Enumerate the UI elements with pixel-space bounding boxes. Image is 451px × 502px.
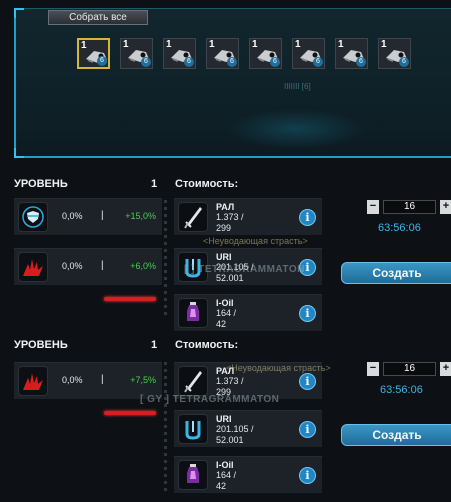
resource-name: РАЛ xyxy=(216,202,235,212)
warning-bar xyxy=(104,297,156,301)
player-name-overlay: [ ] TETRAGRAMMATON xyxy=(184,264,305,275)
resource-name: I-Oil xyxy=(216,298,234,308)
bonus-current: 0,0% xyxy=(62,375,83,385)
collect-all-button[interactable]: Собрать все xyxy=(48,10,148,25)
bonus-row: 0,0% | +15,0% xyxy=(14,198,162,235)
oil-icon xyxy=(178,298,208,328)
panel-glow xyxy=(226,109,366,149)
collect-item-row: 1 6 1 6 1 6 1 6 1 6 1 6 1 6 1 6 xyxy=(77,38,411,69)
create-button[interactable]: Создать xyxy=(341,262,451,284)
resource-have: 164 / xyxy=(216,308,237,318)
quantity-input[interactable]: 16 xyxy=(383,200,436,214)
bonus-separator: | xyxy=(101,260,104,271)
resource-need: 42 xyxy=(216,319,227,329)
collect-item-slot[interactable]: 1 6 xyxy=(292,38,325,69)
level-label: УРОВЕНЬ xyxy=(14,178,68,190)
resource-need: 299 xyxy=(216,223,232,233)
item-count: 6 xyxy=(399,57,409,67)
item-count: 6 xyxy=(356,57,366,67)
player-guild-tag: <Неуводающая страсть> xyxy=(203,236,308,246)
resource-amount: 164 / 42 xyxy=(216,470,236,492)
bonus-current: 0,0% xyxy=(62,261,83,271)
divider-dots xyxy=(164,200,168,319)
info-button[interactable]: i xyxy=(299,467,316,484)
player-guild-tag: <Неуводающая страсть> xyxy=(226,363,331,373)
bonus-next: +7,5% xyxy=(130,375,156,385)
resource-need: 42 xyxy=(216,481,227,491)
level-value: 1 xyxy=(151,339,158,351)
collect-item-slot[interactable]: 1 6 xyxy=(206,38,239,69)
quantity-input[interactable]: 16 xyxy=(383,362,436,376)
oil-icon xyxy=(178,460,208,490)
resource-have: 201.105 / xyxy=(216,424,254,434)
item-count: 6 xyxy=(313,57,323,67)
panel-corner xyxy=(14,8,24,18)
increment-button[interactable]: + xyxy=(440,362,451,376)
item-count: 6 xyxy=(270,57,280,67)
level-label: УРОВЕНЬ xyxy=(14,339,68,351)
decrement-button[interactable]: − xyxy=(367,200,379,214)
collect-item-slot[interactable]: 1 6 xyxy=(378,38,411,69)
bonus-current: 0,0% xyxy=(62,211,83,221)
quantity-stepper: − 16 + xyxy=(367,362,451,377)
collection-panel: IIIIIII [6] xyxy=(14,8,451,158)
collect-item-slot[interactable]: 1 6 xyxy=(120,38,153,69)
bonus-separator: | xyxy=(101,374,104,385)
craft-timer: 63:56:06 xyxy=(378,222,421,234)
resource-need: 52.001 xyxy=(216,435,244,445)
quantity-stepper: − 16 + xyxy=(367,200,451,215)
sword-icon xyxy=(178,366,208,396)
claw-icon xyxy=(18,366,48,396)
resource-name: URI xyxy=(216,252,232,262)
cost-label: Стоимость: xyxy=(175,339,239,351)
bonus-separator: | xyxy=(101,210,104,221)
collect-item-slot[interactable]: 1 6 xyxy=(249,38,282,69)
info-button[interactable]: i xyxy=(299,305,316,322)
resource-row: I-Oil 164 / 42 i xyxy=(174,294,322,331)
increment-button[interactable]: + xyxy=(440,200,451,214)
decrement-button[interactable]: − xyxy=(367,362,379,376)
sword-icon xyxy=(178,202,208,232)
create-button[interactable]: Создать xyxy=(341,424,451,446)
warning-bar xyxy=(104,411,156,415)
collect-item-slot[interactable]: 1 6 xyxy=(335,38,368,69)
faint-label: IIIIIII [6] xyxy=(284,82,311,91)
resource-have: 1.373 / xyxy=(216,376,244,386)
resource-amount: 1.373 / 299 xyxy=(216,212,244,234)
player-name-overlay: [ GY ] TETRAGRAMMATON xyxy=(140,394,280,405)
divider-dots xyxy=(164,362,168,495)
resource-have: 164 / xyxy=(216,470,237,480)
info-button[interactable]: i xyxy=(299,421,316,438)
info-button[interactable]: i xyxy=(299,209,316,226)
resource-row: URI 201.105 / 52.001 i xyxy=(174,410,322,447)
resource-amount: 201.105 / 52.001 xyxy=(216,424,254,446)
collect-item-slot[interactable]: 1 6 xyxy=(77,38,110,69)
item-count: 6 xyxy=(227,57,237,67)
resource-name: URI xyxy=(216,414,232,424)
bonus-next: +6,0% xyxy=(130,261,156,271)
bonus-next: +15,0% xyxy=(125,211,156,221)
uri-icon xyxy=(178,414,208,444)
bonus-row: 0,0% | +6,0% xyxy=(14,248,162,285)
resource-row: I-Oil 164 / 42 i xyxy=(174,456,322,493)
item-count: 6 xyxy=(141,57,151,67)
craft-timer: 63:56:06 xyxy=(380,384,423,396)
resource-have: 1.373 / xyxy=(216,212,244,222)
shield-icon xyxy=(18,202,48,232)
info-button[interactable]: i xyxy=(299,373,316,390)
level-value: 1 xyxy=(151,178,158,190)
item-count: 6 xyxy=(97,56,107,66)
cost-label: Стоимость: xyxy=(175,178,239,190)
resource-row: РАЛ 1.373 / 299 i xyxy=(174,198,322,235)
claw-icon xyxy=(18,252,48,282)
item-count: 6 xyxy=(184,57,194,67)
panel-corner xyxy=(14,148,24,158)
resource-name: I-Oil xyxy=(216,460,234,470)
collect-item-slot[interactable]: 1 6 xyxy=(163,38,196,69)
resource-amount: 164 / 42 xyxy=(216,308,236,330)
